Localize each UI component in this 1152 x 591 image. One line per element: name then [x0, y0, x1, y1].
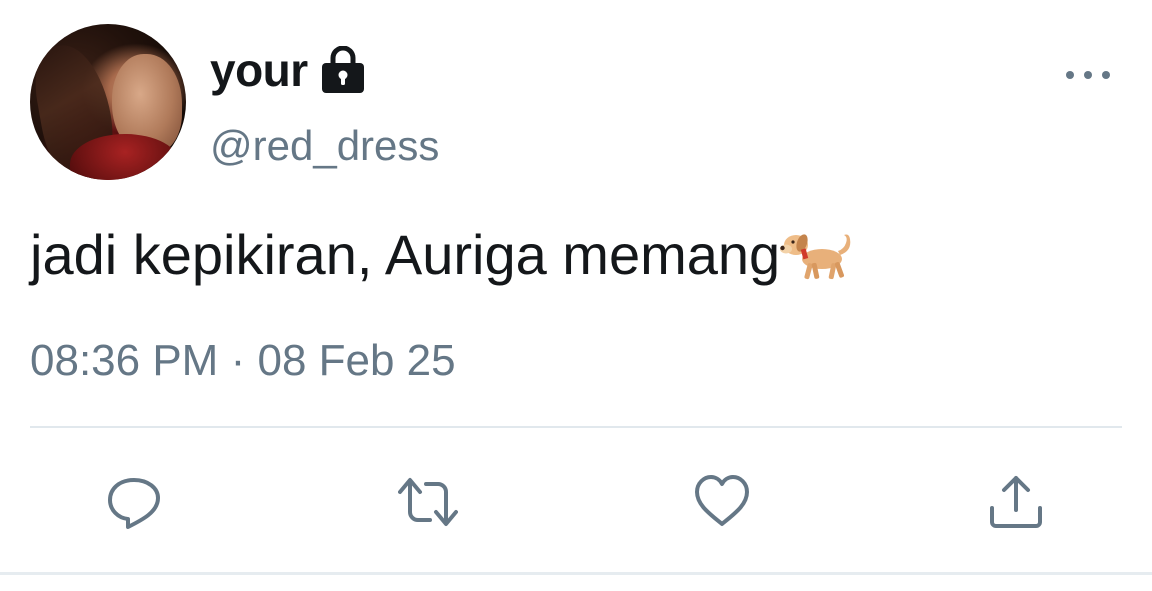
- reply-button[interactable]: [102, 470, 166, 534]
- more-dot: [1102, 71, 1110, 79]
- more-dot: [1066, 71, 1074, 79]
- tweet-body: jadi kepikiran, Auriga memang: [30, 222, 858, 287]
- share-icon: [990, 476, 1042, 528]
- like-button[interactable]: [690, 470, 754, 534]
- more-dot: [1084, 71, 1092, 79]
- bottom-divider: [0, 572, 1152, 575]
- user-handle[interactable]: @red_dress: [210, 122, 439, 170]
- tweet-date[interactable]: 08 Feb 25: [257, 336, 455, 385]
- dog-emoji-icon: [780, 223, 858, 287]
- meta-separator: ·: [230, 336, 246, 385]
- more-icon[interactable]: [1066, 60, 1110, 90]
- tweet-time[interactable]: 08:36 PM: [30, 336, 218, 385]
- display-name[interactable]: your: [210, 43, 308, 97]
- tweet-meta: 08:36 PM · 08 Feb 25: [30, 336, 456, 386]
- avatar[interactable]: [30, 24, 186, 180]
- share-button[interactable]: [984, 470, 1048, 534]
- reply-icon: [108, 478, 160, 529]
- divider: [30, 426, 1122, 428]
- retweet-button[interactable]: [396, 470, 460, 534]
- name-row: your: [210, 40, 366, 100]
- tweet-text: jadi kepikiran, Auriga memang: [30, 223, 781, 286]
- retweet-icon: [398, 478, 458, 526]
- lock-icon: [320, 45, 366, 94]
- heart-icon: [695, 475, 749, 526]
